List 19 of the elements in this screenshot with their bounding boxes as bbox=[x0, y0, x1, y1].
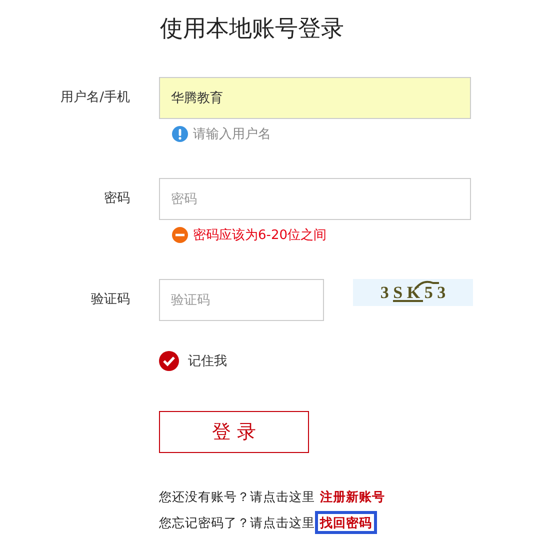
captcha-image[interactable]: 3 S K 5 3 bbox=[353, 279, 473, 306]
text-link[interactable]: 找回密码 bbox=[315, 511, 377, 534]
password-field[interactable]: 密码 bbox=[159, 178, 471, 220]
checkbox[interactable] bbox=[159, 351, 179, 371]
help-text: 您还没有账号？请点击这里 注册新账号 bbox=[159, 487, 550, 507]
username-field[interactable]: 华腾教育 bbox=[159, 77, 471, 119]
field-label: 密码 bbox=[103, 190, 130, 208]
login-button[interactable]: 登 录 bbox=[159, 411, 309, 453]
field-label: 用户名/手机 bbox=[60, 89, 130, 107]
error-icon bbox=[172, 227, 188, 243]
checkbox-label: 记住我 bbox=[188, 353, 227, 370]
field-label: 验证码 bbox=[90, 291, 130, 309]
hint-message: 请输入用户名 bbox=[193, 126, 271, 143]
error-message: 密码应该为6-20位之间 bbox=[193, 227, 327, 244]
captcha-field[interactable]: 验证码 bbox=[159, 279, 324, 321]
page-title: 使用本地账号登录 bbox=[159, 15, 345, 44]
help-text: 您忘记密码了？请点击这里 找回密码 bbox=[159, 513, 550, 533]
text-link[interactable]: 注册新账号 bbox=[315, 485, 390, 508]
info-icon bbox=[172, 126, 188, 142]
